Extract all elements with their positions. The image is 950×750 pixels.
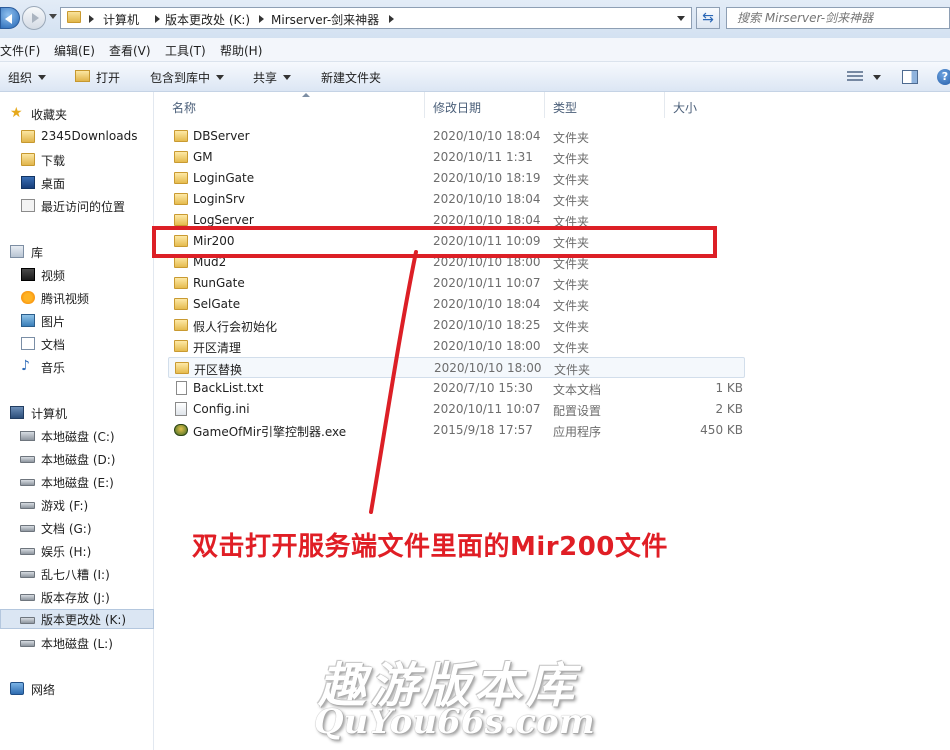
- watermark-site: QuYou66s.com: [314, 702, 595, 742]
- instruction-annotation: 双击打开服务端文件里面的Mir200文件: [192, 532, 668, 562]
- annotation-arrow: [369, 250, 418, 514]
